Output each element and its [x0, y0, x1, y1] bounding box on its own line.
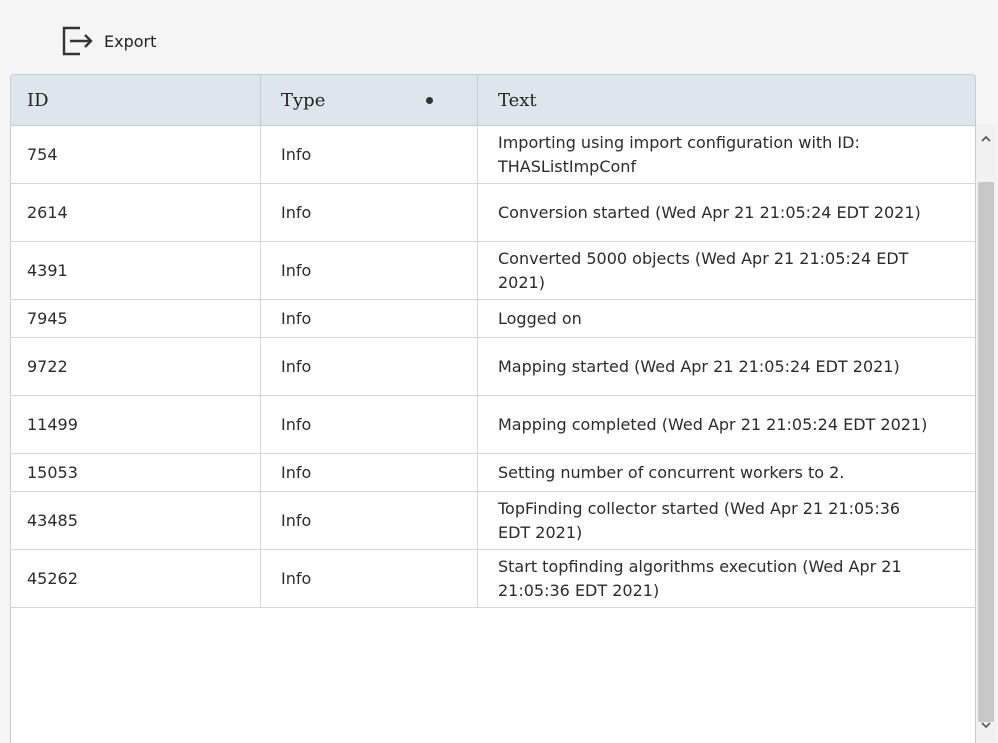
table-row[interactable]: 15053 Info Setting number of concurrent … [11, 454, 975, 492]
vertical-scrollbar[interactable] [976, 124, 996, 742]
cell-type: Info [260, 300, 477, 337]
cell-id: 2614 [27, 203, 68, 222]
export-icon [62, 26, 93, 56]
cell-type: Info [260, 126, 477, 183]
column-header-id-label: ID [27, 89, 49, 111]
cell-text: Mapping completed (Wed Apr 21 21:05:24 E… [477, 396, 975, 453]
cell-type: Info [260, 454, 477, 491]
cell-text: TopFinding collector started (Wed Apr 21… [477, 492, 975, 549]
cell-text: Conversion started (Wed Apr 21 21:05:24 … [477, 184, 975, 241]
cell-text: Mapping started (Wed Apr 21 21:05:24 EDT… [477, 338, 975, 395]
cell-text: Converted 5000 objects (Wed Apr 21 21:05… [477, 242, 975, 299]
table-row[interactable]: 43485 Info TopFinding collector started … [11, 492, 975, 550]
column-header-type-label: Type [281, 89, 326, 111]
cell-text: Setting number of concurrent workers to … [477, 454, 975, 491]
scroll-up-icon[interactable] [976, 132, 996, 150]
cell-id: 15053 [27, 463, 78, 482]
cell-text: Start topfinding algorithms execution (W… [477, 550, 975, 607]
cell-id: 11499 [27, 415, 78, 434]
cell-id: 45262 [27, 569, 78, 588]
chevron-down-icon [981, 722, 991, 729]
chevron-up-icon [981, 135, 991, 142]
table-row[interactable]: 7945 Info Logged on [11, 300, 975, 338]
sort-indicator-icon [426, 97, 433, 104]
column-header-text-label: Text [498, 89, 537, 111]
column-header-type[interactable]: Type [260, 75, 477, 125]
cell-type: Info [260, 550, 477, 607]
cell-text: Importing using import configuration wit… [477, 126, 975, 183]
cell-text: Logged on [477, 300, 975, 337]
table-row[interactable]: 2614 Info Conversion started (Wed Apr 21… [11, 184, 975, 242]
cell-id: 43485 [27, 511, 78, 530]
log-table: ID Type Text 754 Info Importing using im… [10, 74, 976, 743]
scroll-down-icon[interactable] [976, 718, 996, 736]
table-row[interactable]: 11499 Info Mapping completed (Wed Apr 21… [11, 396, 975, 454]
cell-type: Info [260, 396, 477, 453]
cell-id: 7945 [27, 309, 68, 328]
table-header: ID Type Text [11, 75, 975, 126]
cell-id: 754 [27, 145, 58, 164]
table-row[interactable]: 4391 Info Converted 5000 objects (Wed Ap… [11, 242, 975, 300]
toolbar: Export [0, 0, 998, 74]
table-body: 754 Info Importing using import configur… [11, 126, 975, 743]
cell-id: 9722 [27, 357, 68, 376]
table-row[interactable]: 45262 Info Start topfinding algorithms e… [11, 550, 975, 608]
cell-type: Info [260, 184, 477, 241]
cell-type: Info [260, 492, 477, 549]
column-header-id[interactable]: ID [11, 75, 260, 125]
cell-id: 4391 [27, 261, 68, 280]
table-row[interactable]: 754 Info Importing using import configur… [11, 126, 975, 184]
cell-type: Info [260, 338, 477, 395]
export-label: Export [104, 31, 157, 51]
table-row[interactable]: 9722 Info Mapping started (Wed Apr 21 21… [11, 338, 975, 396]
scrollbar-thumb[interactable] [978, 182, 994, 722]
export-button[interactable]: Export [58, 24, 156, 58]
column-header-text[interactable]: Text [477, 75, 975, 125]
cell-type: Info [260, 242, 477, 299]
